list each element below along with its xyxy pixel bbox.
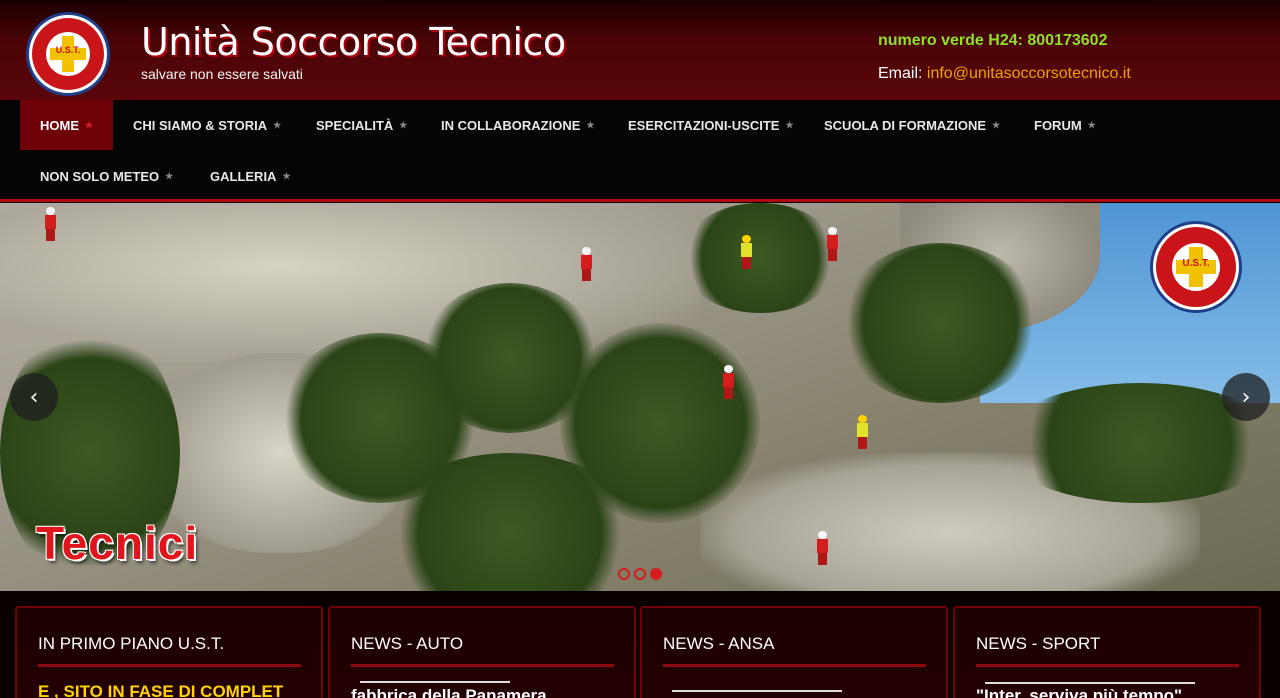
emblem-text: U.S.T. <box>1182 258 1210 269</box>
nav-item-label: SPECIALITÀ <box>316 117 394 133</box>
chevron-left-icon: ‹ <box>29 384 39 410</box>
divider <box>976 664 1239 667</box>
nav-item-chi-siamo[interactable]: CHI SIAMO & STORIA ★ <box>113 100 301 150</box>
news-box-title: IN PRIMO PIANO U.S.T. <box>38 634 225 653</box>
nav-item-label: FORUM <box>1034 117 1082 133</box>
nav-item-meteo[interactable]: NON SOLO METEO ★ <box>20 151 193 201</box>
logo-ring: U.S.T. <box>32 18 104 90</box>
slider-dot[interactable] <box>634 568 646 580</box>
slider-pagination <box>618 568 662 580</box>
nav-item-label: ESERCITAZIONI-USCITE <box>628 117 780 133</box>
news-box-title: NEWS - AUTO <box>351 634 464 653</box>
slider-prev-button[interactable]: ‹ <box>10 373 58 421</box>
nav-item-collaborazione[interactable]: IN COLLABORAZIONE ★ <box>421 100 614 150</box>
climber-figure <box>580 247 592 281</box>
star-icon: ★ <box>273 119 282 130</box>
hero-slider: U.S.T. Tecnici ‹ › <box>0 203 1280 591</box>
divider <box>38 664 301 667</box>
ust-emblem: U.S.T. <box>1150 221 1242 313</box>
news-ticker[interactable]: E , SITO IN FASE DI COMPLET <box>38 682 308 698</box>
climber-figure <box>740 235 752 269</box>
ticker-line <box>360 681 510 683</box>
slider-next-button[interactable]: › <box>1222 373 1270 421</box>
divider <box>351 664 614 667</box>
nav-item-label: HOME <box>40 117 79 133</box>
news-box-title: NEWS - ANSA <box>663 634 775 653</box>
news-box-title: NEWS - SPORT <box>976 634 1101 653</box>
slider-dot[interactable] <box>618 568 630 580</box>
climber-figure <box>44 207 56 241</box>
star-icon: ★ <box>1087 119 1096 130</box>
nav-item-label: CHI SIAMO & STORIA <box>133 117 268 133</box>
star-icon: ★ <box>282 170 291 181</box>
news-ticker[interactable]: fabbrica della Panamera <box>351 686 621 698</box>
divider <box>663 664 926 667</box>
nav-item-label: NON SOLO METEO <box>40 168 160 184</box>
star-icon: ★ <box>586 119 595 130</box>
climber-figure <box>856 415 868 449</box>
news-box-primo-piano: IN PRIMO PIANO U.S.T. E , SITO IN FASE D… <box>15 606 323 698</box>
email-label: Email: <box>878 65 923 82</box>
ticker-line <box>672 690 842 692</box>
site-header: U.S.T. Unità Soccorso Tecnico salvare no… <box>0 0 1280 100</box>
star-icon: ★ <box>399 119 408 130</box>
nav-item-scuola[interactable]: SCUOLA DI FORMAZIONE ★ <box>804 100 1020 150</box>
nav-item-label: SCUOLA DI FORMAZIONE <box>824 117 987 133</box>
nav-item-esercitazioni[interactable]: ESERCITAZIONI-USCITE ★ <box>608 100 814 150</box>
ticker-line <box>985 682 1195 684</box>
logo-text: U.S.T. <box>55 45 81 55</box>
star-icon: ★ <box>785 119 794 130</box>
emblem-cross-icon: U.S.T. <box>1172 243 1220 291</box>
slider-dot-active[interactable] <box>650 568 662 580</box>
news-section: IN PRIMO PIANO U.S.T. E , SITO IN FASE D… <box>0 591 1280 698</box>
nav-item-specialita[interactable]: SPECIALITÀ ★ <box>296 100 427 150</box>
climber-figure <box>722 365 734 399</box>
ust-logo[interactable]: U.S.T. <box>26 12 110 96</box>
emblem-ring: U.S.T. <box>1156 227 1236 307</box>
hotline-number: numero verde H24: 800173602 <box>878 32 1108 49</box>
slide-vegetation <box>680 203 840 313</box>
star-icon: ★ <box>992 119 1001 130</box>
star-icon: ★ <box>85 119 94 130</box>
site-title[interactable]: Unità Soccorso Tecnico <box>141 20 566 64</box>
logo-cross-icon: U.S.T. <box>46 32 90 76</box>
slide-vegetation <box>840 243 1040 403</box>
news-box-auto: NEWS - AUTO fabbrica della Panamera <box>328 606 636 698</box>
climber-figure <box>816 531 828 565</box>
email-link[interactable]: info@unitasoccorsotecnico.it <box>927 65 1131 82</box>
climber-figure <box>826 227 838 261</box>
nav-item-galleria[interactable]: GALLERIA ★ <box>190 151 311 201</box>
star-icon: ★ <box>165 170 174 181</box>
main-navigation: HOME ★ CHI SIAMO & STORIA ★ SPECIALITÀ ★ IN… <box>0 100 1280 202</box>
nav-item-label: GALLERIA <box>210 168 277 184</box>
news-ticker[interactable]: "Inter, serviva più tempo" <box>976 686 1246 698</box>
slide-caption: Tecnici <box>36 517 199 569</box>
news-box-sport: NEWS - SPORT "Inter, serviva più tempo" <box>953 606 1261 698</box>
news-box-ansa: NEWS - ANSA <box>640 606 948 698</box>
nav-item-home[interactable]: HOME ★ <box>20 100 114 150</box>
nav-item-forum[interactable]: FORUM ★ <box>1014 100 1116 150</box>
chevron-right-icon: › <box>1241 384 1251 410</box>
nav-item-label: IN COLLABORAZIONE <box>441 117 581 133</box>
email-line: Email: info@unitasoccorsotecnico.it <box>878 65 1131 83</box>
site-tagline: salvare non essere salvati <box>141 66 303 82</box>
